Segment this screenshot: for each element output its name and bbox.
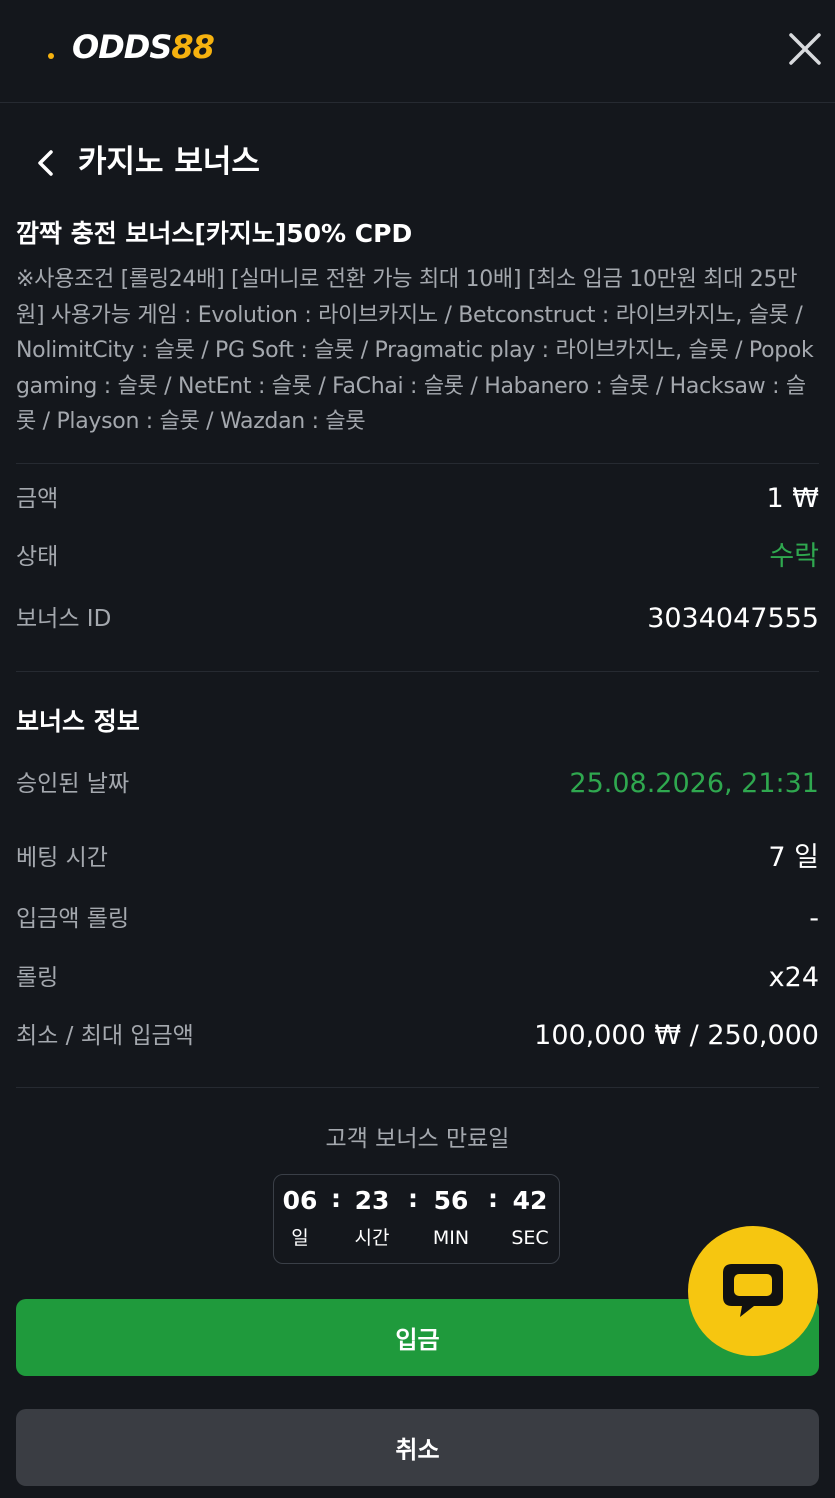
app-header: ODDS88 [0, 0, 835, 103]
status-label: 상태 [16, 544, 59, 570]
min-max-deposit-value: 100,000 ₩ / 250,000 [534, 1020, 819, 1051]
countdown-seconds-unit: SEC [511, 1227, 549, 1249]
approved-date-label: 승인된 날짜 [16, 771, 130, 797]
rolling-label: 롤링 [16, 965, 59, 991]
deposit-rolling-label: 입금액 롤링 [16, 906, 130, 932]
countdown-separator: : [488, 1184, 498, 1213]
page-title: 카지노 보너스 [78, 144, 260, 180]
expiry-countdown: 06 일 : 23 시간 : 56 MIN : 42 SEC [273, 1174, 560, 1264]
betting-time-row: 베팅 시간 7 일 [16, 838, 819, 878]
bonus-title: 깜짝 충전 보너스[카지노]50% CPD [16, 219, 413, 248]
rolling-row: 롤링 x24 [16, 958, 819, 998]
countdown-separator: : [408, 1184, 418, 1213]
logo-text-main: ODDS [72, 28, 172, 66]
countdown-hours: 23 [354, 1186, 390, 1215]
countdown-hours-unit: 시간 [354, 1227, 390, 1249]
odds88-logo[interactable]: ODDS88 [48, 24, 215, 70]
logo-text-accent: 88 [171, 28, 215, 66]
cancel-button[interactable]: 취소 [16, 1409, 819, 1486]
approved-date-value: 25.08.2026, 21:31 [569, 768, 819, 799]
divider [16, 1087, 819, 1088]
bonus-description: ※사용조건 [롤링24배] [실머니로 전환 가능 최대 10배] [최소 입금… [16, 267, 814, 434]
approved-date-row: 승인된 날짜 25.08.2026, 21:31 [16, 764, 819, 804]
bonus-id-label: 보너스 ID [16, 606, 112, 632]
countdown-minutes: 56 [433, 1186, 469, 1215]
deposit-rolling-value: - [809, 903, 819, 934]
status-row: 상태 수락 [16, 537, 819, 577]
amount-row: 금액 1 ₩ [16, 479, 819, 519]
betting-time-value: 7 일 [768, 842, 819, 873]
bonus-id-row: 보너스 ID 3034047555 [16, 599, 819, 639]
deposit-rolling-row: 입금액 롤링 - [16, 899, 819, 939]
chat-bubble-icon [723, 1264, 783, 1317]
countdown-minutes-unit: MIN [432, 1227, 470, 1249]
close-icon[interactable] [782, 26, 828, 72]
amount-label: 금액 [16, 486, 59, 512]
min-max-deposit-label: 최소 / 최대 입금액 [16, 1023, 194, 1049]
amount-value: 1 ₩ [766, 483, 819, 514]
countdown-days-unit: 일 [291, 1227, 309, 1249]
countdown-seconds: 42 [512, 1186, 548, 1215]
logo-dot [48, 53, 54, 59]
expiry-label: 고객 보너스 만료일 [325, 1126, 510, 1152]
countdown-separator: : [331, 1184, 341, 1213]
countdown-days: 06 [282, 1186, 318, 1215]
back-arrow-icon[interactable] [30, 145, 62, 181]
chat-button[interactable] [688, 1226, 818, 1356]
divider [16, 671, 819, 672]
divider [16, 463, 819, 464]
min-max-deposit-row: 최소 / 최대 입금액 100,000 ₩ / 250,000 [16, 1016, 819, 1056]
bonus-id-value: 3034047555 [647, 603, 819, 634]
rolling-value: x24 [768, 962, 819, 993]
betting-time-label: 베팅 시간 [16, 845, 108, 871]
bonus-info-title: 보너스 정보 [16, 707, 140, 736]
status-value: 수락 [769, 541, 819, 572]
